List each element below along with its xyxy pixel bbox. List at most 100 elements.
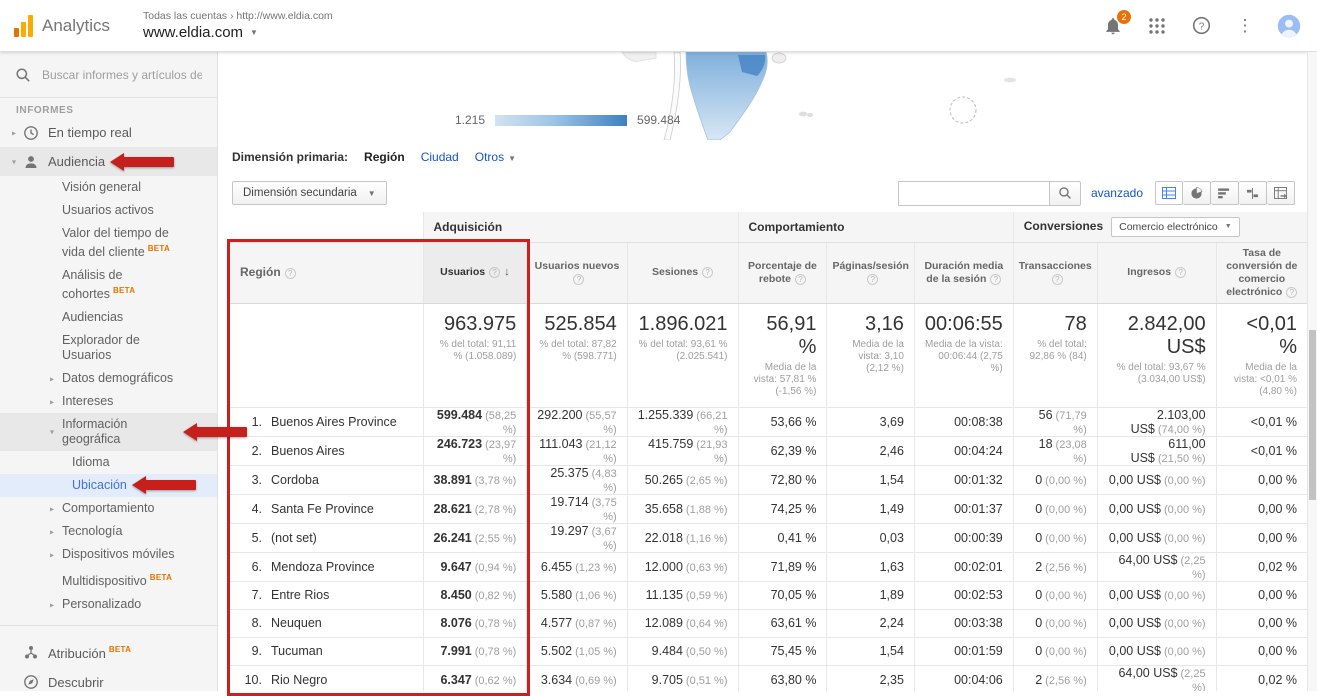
column-header-rebote[interactable]: Porcentaje de rebote? <box>738 242 827 303</box>
chevron-right-icon[interactable]: ▸ <box>9 125 19 140</box>
sidebar-item-valor-del-tiempo-de-vida-del-cliente[interactable]: Valor del tiempo de vida del clienteBETA <box>0 222 217 264</box>
sidebar-item-analisis-de-cohortes[interactable]: Análisis de cohortesBETA <box>0 264 217 306</box>
column-header-region[interactable]: Región? <box>230 242 423 303</box>
column-header-transacciones[interactable]: Transacciones? <box>1013 242 1097 303</box>
row-rank: 3. <box>240 473 262 487</box>
sidebar-item-informacion-geografica[interactable]: ▾Información geográfica <box>0 413 217 451</box>
scrollbar-thumb[interactable] <box>1309 330 1316 500</box>
region-link[interactable]: Santa Fe Province <box>271 502 374 516</box>
cell-sesiones: 11.135(0,59 %) <box>627 581 738 609</box>
column-header-usuarios_nuevos[interactable]: Usuarios nuevos? <box>527 242 627 303</box>
column-header-sesiones[interactable]: Sesiones? <box>627 242 738 303</box>
sidebar-item-descubrir[interactable]: Descubrir <box>0 668 217 691</box>
table-row[interactable]: 1.Buenos Aires Province599.484(58,25 %)2… <box>230 407 1307 436</box>
region-link[interactable]: Mendoza Province <box>271 560 375 574</box>
sidebar-item-label: Ubicación <box>72 478 127 492</box>
table-row[interactable]: 9.Tucuman7.991(0,78 %)5.502(1,05 %)9.484… <box>230 637 1307 665</box>
cell-usuarios_nuevos: 19.714(3,75 %) <box>527 494 627 523</box>
dimension-option-ciudad[interactable]: Ciudad <box>421 150 459 164</box>
sidebar-item-audiencias[interactable]: Audiencias <box>0 306 217 329</box>
secondary-dimension-button[interactable]: Dimensión secundaria▼ <box>232 181 387 205</box>
sidebar-item-label: Análisis de cohortesBETA <box>62 268 178 302</box>
sidebar-item-usuarios-activos[interactable]: Usuarios activos <box>0 199 217 222</box>
sidebar-search[interactable] <box>0 52 217 98</box>
column-header-usuarios[interactable]: Usuarios?↓ <box>423 242 527 303</box>
advanced-search-link[interactable]: avanzado <box>1091 186 1143 200</box>
table-view-button[interactable] <box>1155 181 1183 205</box>
summary-duracion: 00:06:55Media de la vista: 00:06:44 (2,7… <box>914 303 1013 407</box>
sidebar-item-idioma[interactable]: Idioma <box>0 451 217 474</box>
account-selector[interactable]: www.eldia.com ▼ <box>143 24 333 41</box>
chevron-right-icon[interactable]: ▸ <box>47 394 57 409</box>
column-header-tasa[interactable]: Tasa de conversión de comercio electróni… <box>1216 242 1307 303</box>
sidebar-item-dispositivos-moviles[interactable]: ▸Dispositivos móviles <box>0 543 217 566</box>
region-link[interactable]: (not set) <box>271 531 317 545</box>
region-link[interactable]: Neuquen <box>271 616 322 630</box>
more-menu-button[interactable]: ⋮ <box>1233 14 1257 38</box>
sidebar-item-label: Personalizado <box>62 597 141 612</box>
chevron-right-icon[interactable]: ▸ <box>47 597 57 612</box>
geo-map[interactable]: 1.215 599.484 <box>218 52 1307 140</box>
table-row[interactable]: 8.Neuquen8.076(0,78 %)4.577(0,87 %)12.08… <box>230 609 1307 637</box>
table-row[interactable]: 5.(not set)26.241(2,55 %)19.297(3,67 %)2… <box>230 523 1307 552</box>
summary-usuarios: 963.975% del total: 91,11 % (1.058.089) <box>423 303 527 407</box>
table-row[interactable]: 10.Rio Negro6.347(0,62 %)3.634(0,69 %)9.… <box>230 665 1307 691</box>
apps-grid-button[interactable] <box>1145 14 1169 38</box>
chevron-down-icon[interactable]: ▾ <box>47 425 57 440</box>
chevron-right-icon[interactable]: ▸ <box>47 501 57 516</box>
column-header-duracion[interactable]: Duración media de la sesión? <box>914 242 1013 303</box>
cell-ingresos: 0,00 US$(0,00 %) <box>1097 609 1216 637</box>
account-avatar[interactable] <box>1277 14 1301 38</box>
row-rank: 8. <box>240 616 262 630</box>
chevron-down-icon: ▼ <box>1225 223 1232 230</box>
table-search-input[interactable] <box>898 181 1050 206</box>
column-header-paginas[interactable]: Páginas/sesión? <box>827 242 914 303</box>
sidebar-item-label: Audiencias <box>62 310 123 325</box>
region-link[interactable]: Rio Negro <box>271 673 327 687</box>
chevron-right-icon[interactable]: ▸ <box>47 371 57 386</box>
dimension-option-region[interactable]: Región <box>364 150 405 164</box>
sidebar-item-atribucion[interactable]: AtribuciónBETA <box>0 635 217 667</box>
notifications-button[interactable]: 2 <box>1101 14 1125 38</box>
percentage-view-button[interactable] <box>1183 181 1211 205</box>
region-link[interactable]: Cordoba <box>271 473 319 487</box>
dimension-option-otros[interactable]: Otros▼ <box>475 150 516 164</box>
pivot-view-button[interactable] <box>1267 181 1295 205</box>
chevron-right-icon[interactable]: ▸ <box>47 524 57 539</box>
search-input[interactable] <box>42 68 202 82</box>
analytics-logo[interactable]: Analytics <box>0 15 143 37</box>
table-row[interactable]: 2.Buenos Aires246.723(23,97 %)111.043(21… <box>230 436 1307 465</box>
sidebar-item-intereses[interactable]: ▸Intereses <box>0 390 217 413</box>
help-button[interactable]: ? <box>1189 14 1213 38</box>
sort-desc-icon[interactable]: ↓ <box>504 266 510 278</box>
sidebar-item-ubicacion[interactable]: Ubicación <box>0 474 217 497</box>
ecommerce-selector[interactable]: Comercio electrónico▼ <box>1111 217 1240 237</box>
table-row[interactable]: 4.Santa Fe Province28.621(2,78 %)19.714(… <box>230 494 1307 523</box>
table-row[interactable]: 6.Mendoza Province9.647(0,94 %)6.455(1,2… <box>230 552 1307 581</box>
sidebar-item-personalizado[interactable]: ▸ Personalizado <box>0 593 217 616</box>
cell-transacciones: 0(0,00 %) <box>1013 609 1097 637</box>
table-search-button[interactable] <box>1049 181 1081 206</box>
region-link[interactable]: Tucuman <box>271 644 323 658</box>
sidebar-item-vision-general[interactable]: Visión general <box>0 176 217 199</box>
sidebar-item-explorador-de-usuarios[interactable]: Explorador de Usuarios <box>0 329 217 367</box>
sidebar-item-en-tiempo-real[interactable]: ▸En tiempo real <box>0 118 217 147</box>
sidebar-item-audiencia[interactable]: ▾Audiencia <box>0 147 217 176</box>
chevron-down-icon[interactable]: ▾ <box>9 154 19 169</box>
sidebar-item-multidispositivo[interactable]: MultidispositivoBETA <box>0 566 217 593</box>
chevron-right-icon[interactable]: ▸ <box>47 547 57 562</box>
sidebar-item-datos-demograficos[interactable]: ▸Datos demográficos <box>0 367 217 390</box>
cell-usuarios_nuevos: 6.455(1,23 %) <box>527 552 627 581</box>
comparison-view-button[interactable] <box>1239 181 1267 205</box>
region-link[interactable]: Buenos Aires <box>271 444 345 458</box>
sidebar-item-tecnologia[interactable]: ▸Tecnología <box>0 520 217 543</box>
column-header-ingresos[interactable]: Ingresos? <box>1097 242 1216 303</box>
cell-transacciones: 2(2,56 %) <box>1013 665 1097 691</box>
sidebar-item-comportamiento[interactable]: ▸Comportamiento <box>0 497 217 520</box>
table-row[interactable]: 7.Entre Rios8.450(0,82 %)5.580(1,06 %)11… <box>230 581 1307 609</box>
performance-view-button[interactable] <box>1211 181 1239 205</box>
region-link[interactable]: Entre Rios <box>271 588 329 602</box>
vertical-scrollbar[interactable] <box>1307 52 1317 691</box>
table-row[interactable]: 3.Cordoba38.891(3,78 %)25.375(4,83 %)50.… <box>230 465 1307 494</box>
region-link[interactable]: Buenos Aires Province <box>271 415 397 429</box>
